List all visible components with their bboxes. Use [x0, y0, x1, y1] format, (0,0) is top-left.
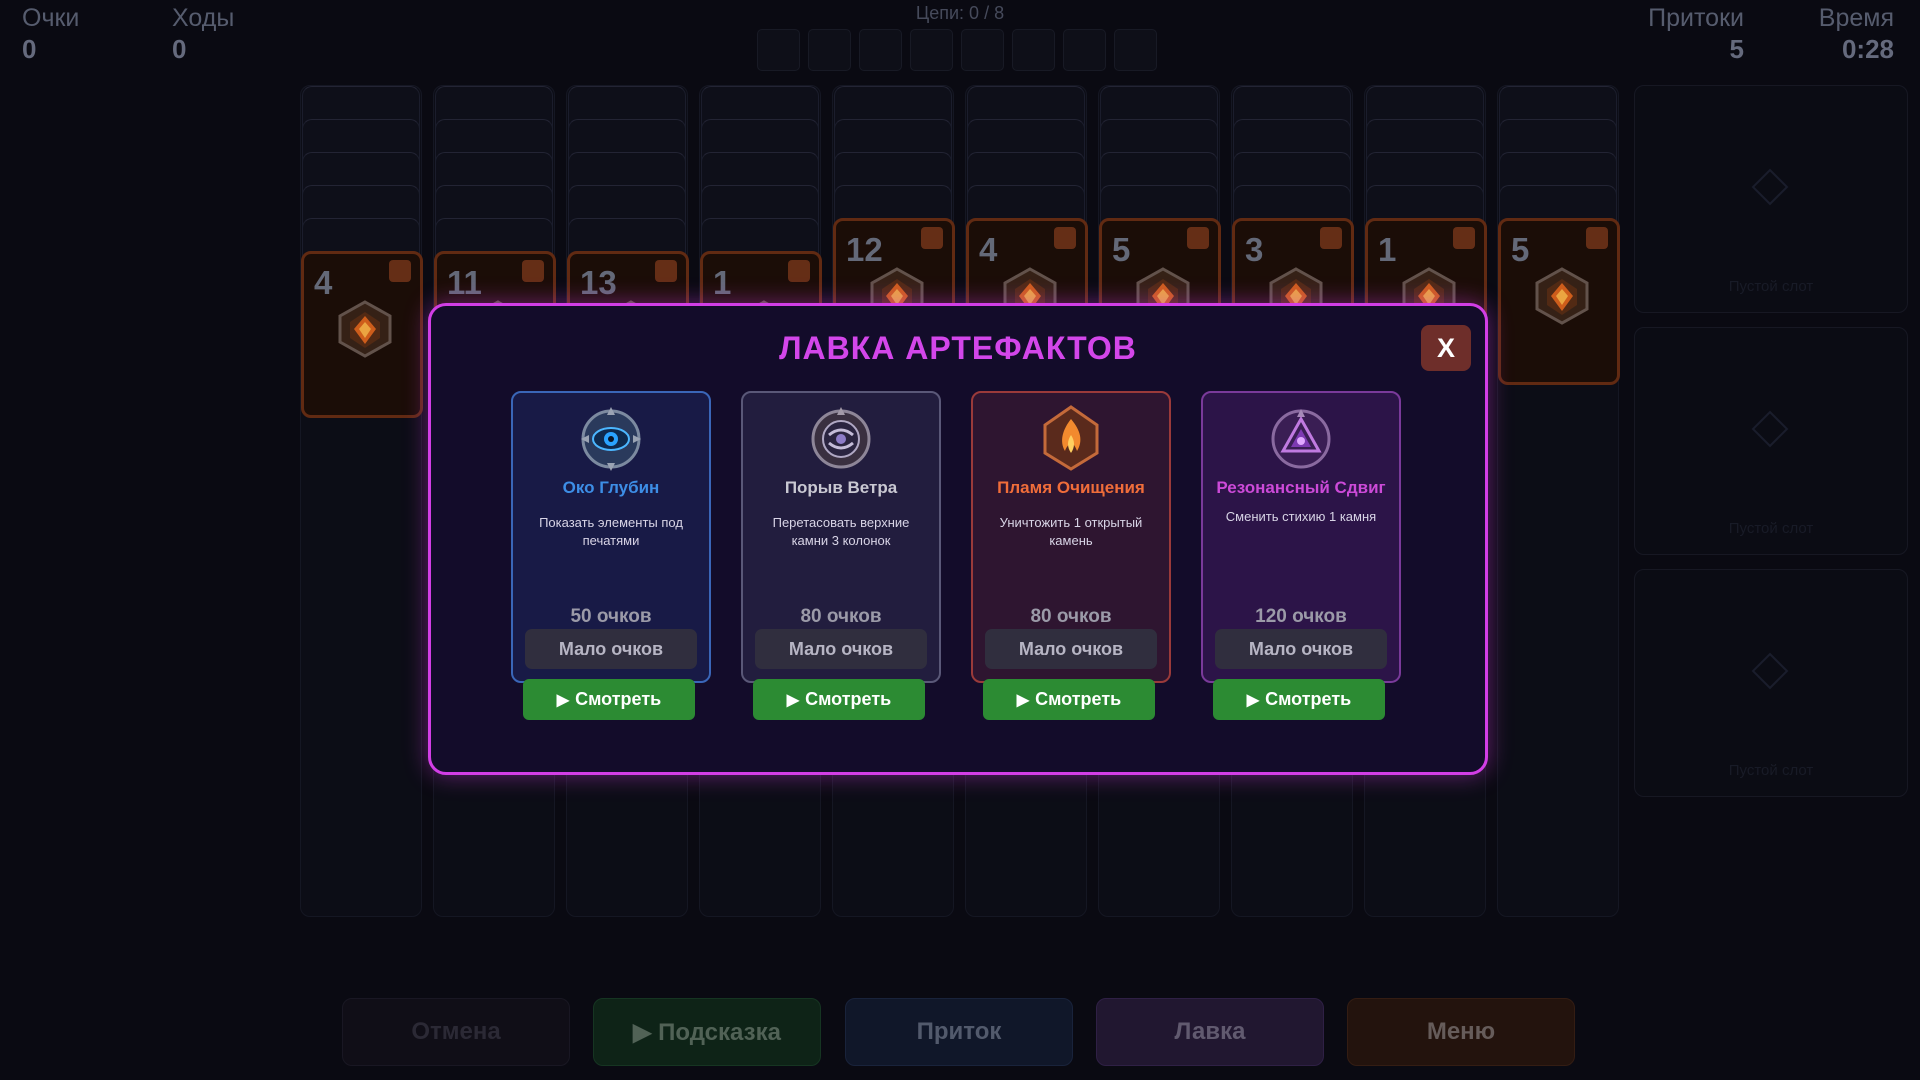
shop-modal: ЛАВКА АРТЕФАКТОВ X Око Глубин Показать э…	[428, 303, 1488, 775]
watch-label: Смотреть	[575, 689, 662, 709]
wind-icon	[811, 407, 871, 469]
play-icon: ▶	[556, 691, 570, 709]
item-name: Око Глубин	[562, 478, 660, 497]
resonance-icon	[1271, 409, 1331, 469]
item-name: Пламя Очищения	[997, 478, 1145, 497]
item-name: Резонансный Сдвиг	[1216, 478, 1386, 497]
watch-ad-button[interactable]: ▶ Смотреть	[1213, 679, 1385, 720]
item-price: 120 очков	[1255, 606, 1347, 627]
item-card-purifying-flame: Пламя Очищения Уничтожить 1 открытый кам…	[971, 391, 1171, 683]
not-enough-points-button[interactable]: Мало очков	[1215, 629, 1387, 669]
watch-label: Смотреть	[805, 689, 892, 709]
watch-label: Смотреть	[1035, 689, 1122, 709]
watch-label: Смотреть	[1265, 689, 1352, 709]
item-description: Показать элементы под печатями	[539, 515, 683, 548]
not-enough-points-button[interactable]: Мало очков	[525, 629, 697, 669]
play-icon: ▶	[1246, 691, 1260, 709]
item-price: 80 очков	[1030, 606, 1112, 627]
item-card-gust-of-wind: Порыв Ветра Перетасовать верхние камни 3…	[741, 391, 941, 683]
item-price: 50 очков	[570, 606, 652, 627]
item-price: 80 очков	[800, 606, 882, 627]
item-card-eye-of-depths: Око Глубин Показать элементы под печатям…	[511, 391, 711, 683]
close-button[interactable]: X	[1421, 325, 1471, 371]
play-icon: ▶	[786, 691, 800, 709]
flame-icon	[1043, 405, 1099, 471]
item-description: Уничтожить 1 открытый камень	[999, 515, 1143, 548]
eye-icon	[581, 407, 641, 471]
shop-title: ЛАВКА АРТЕФАКТОВ	[779, 330, 1137, 366]
item-description: Сменить стихию 1 камня	[1225, 509, 1377, 524]
item-card-resonant-shift: Резонансный Сдвиг Сменить стихию 1 камня…	[1201, 391, 1401, 683]
item-description: Перетасовать верхние камни 3 колонок	[772, 515, 910, 548]
not-enough-points-button[interactable]: Мало очков	[755, 629, 927, 669]
not-enough-points-button[interactable]: Мало очков	[985, 629, 1157, 669]
play-icon: ▶	[1016, 691, 1030, 709]
watch-ad-button[interactable]: ▶ Смотреть	[753, 679, 925, 720]
item-name: Порыв Ветра	[784, 478, 898, 497]
watch-ad-button[interactable]: ▶ Смотреть	[983, 679, 1155, 720]
watch-ad-button[interactable]: ▶ Смотреть	[523, 679, 695, 720]
